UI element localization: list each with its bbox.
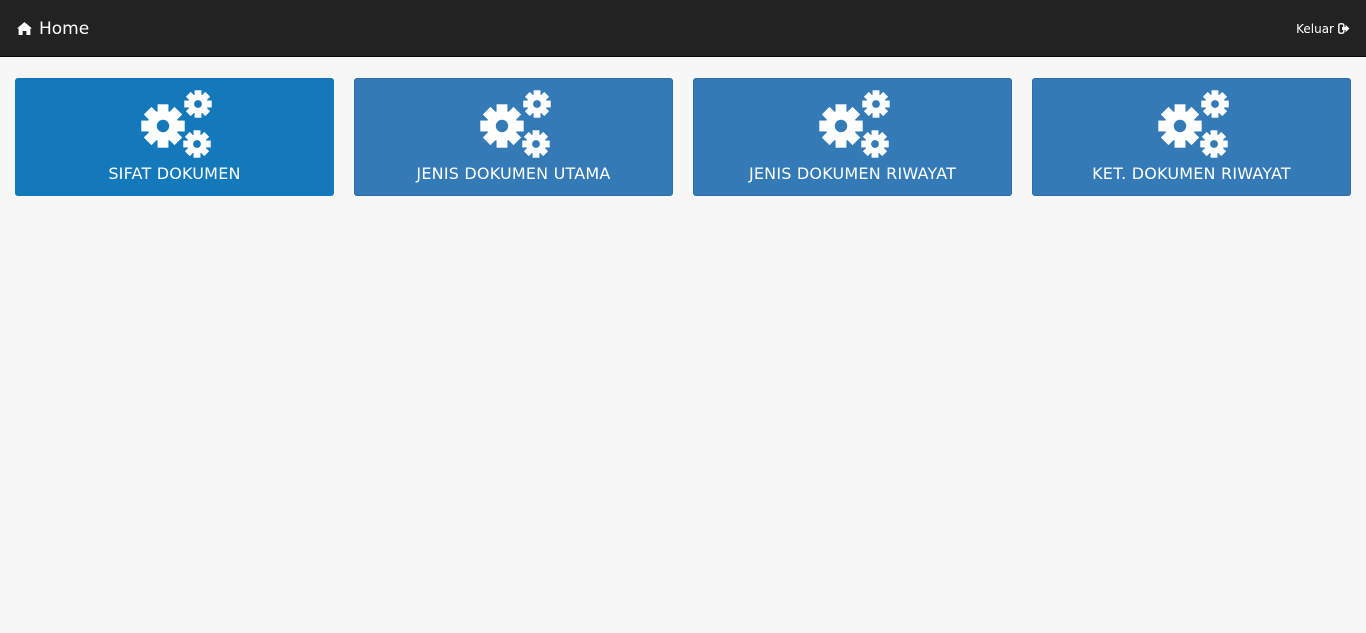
logout-button[interactable]: Keluar [1296, 0, 1350, 57]
top-navbar: Home Keluar [0, 0, 1366, 57]
gears-icon [818, 90, 890, 158]
tile-label: JENIS DOKUMEN UTAMA [416, 164, 611, 183]
menu-tiles: SIFAT DOKUMEN JENIS DOKUMEN UTAMA JENIS … [15, 78, 1351, 196]
home-icon [17, 22, 32, 35]
gears-icon [479, 90, 551, 158]
tile-jenis-dokumen-utama[interactable]: JENIS DOKUMEN UTAMA [354, 78, 673, 196]
tile-sifat-dokumen[interactable]: SIFAT DOKUMEN [15, 78, 334, 196]
tile-label: SIFAT DOKUMEN [108, 164, 241, 183]
tile-label: JENIS DOKUMEN RIWAYAT [748, 164, 957, 183]
home-link[interactable]: Home [16, 0, 89, 57]
tile-jenis-dokumen-riwayat[interactable]: JENIS DOKUMEN RIWAYAT [693, 78, 1012, 196]
gears-icon [1157, 90, 1229, 158]
tile-label: KET. DOKUMEN RIWAYAT [1092, 164, 1291, 183]
sign-out-icon [1338, 23, 1350, 34]
logout-label: Keluar [1296, 21, 1334, 36]
tile-ket-dokumen-riwayat[interactable]: KET. DOKUMEN RIWAYAT [1032, 78, 1351, 196]
gears-icon [140, 90, 212, 158]
home-label: Home [39, 18, 90, 39]
